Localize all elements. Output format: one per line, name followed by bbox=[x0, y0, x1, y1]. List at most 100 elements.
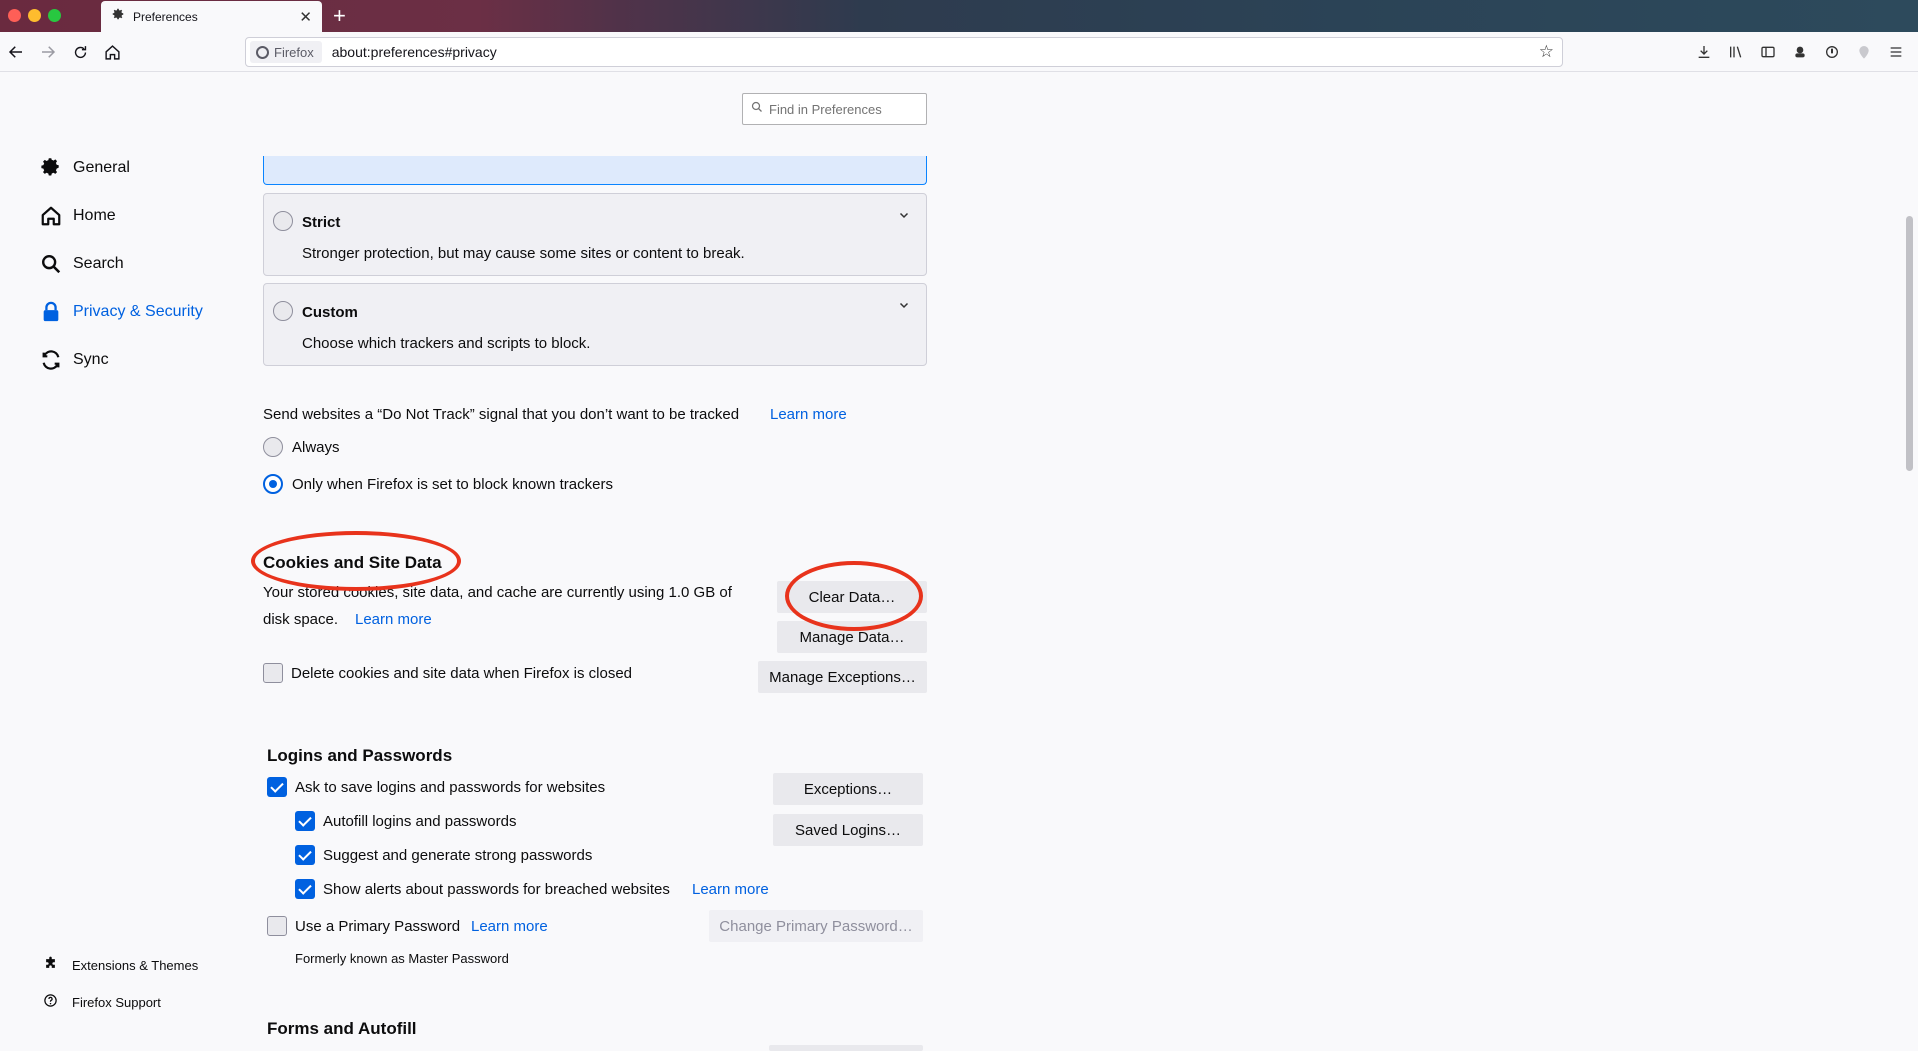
search-icon bbox=[38, 251, 64, 277]
password-manager-icon[interactable] bbox=[1822, 41, 1842, 63]
sidebar-item-label: General bbox=[73, 159, 130, 176]
sidebar-item-label: Search bbox=[73, 255, 124, 272]
sidebar-item-home[interactable]: Home bbox=[38, 200, 116, 232]
sidebar-item-label: Home bbox=[73, 207, 116, 224]
new-tab-button[interactable]: + bbox=[333, 3, 346, 29]
autofill-logins-checkbox[interactable] bbox=[295, 811, 315, 831]
search-input[interactable] bbox=[769, 101, 919, 117]
firefox-support-label: Firefox Support bbox=[72, 994, 161, 1010]
suggest-passwords-checkbox[interactable] bbox=[295, 845, 315, 865]
strict-radio[interactable] bbox=[273, 211, 293, 231]
cookies-usage-text-2: disk space. bbox=[263, 611, 339, 628]
reload-button[interactable] bbox=[68, 40, 92, 64]
sidebar-item-privacy-security[interactable]: Privacy & Security bbox=[38, 296, 203, 328]
breach-alerts-label: Show alerts about passwords for breached… bbox=[323, 881, 670, 898]
delete-cookies-label: Delete cookies and site data when Firefo… bbox=[291, 665, 633, 682]
sidebar-item-label: Sync bbox=[73, 351, 109, 368]
library-icon[interactable] bbox=[1726, 41, 1746, 63]
lock-icon bbox=[38, 299, 64, 325]
gear-icon bbox=[111, 7, 125, 26]
firefox-support-link[interactable]: Firefox Support bbox=[42, 993, 161, 1011]
firefox-icon bbox=[256, 45, 269, 59]
cookies-learn-more-link[interactable]: Learn more bbox=[355, 611, 432, 628]
standard-option-card-bottom[interactable] bbox=[263, 156, 927, 185]
sidebar-item-search[interactable]: Search bbox=[38, 248, 124, 280]
custom-radio[interactable] bbox=[273, 301, 293, 321]
search-icon bbox=[751, 100, 763, 118]
sidebar-item-sync[interactable]: Sync bbox=[38, 344, 109, 376]
primary-password-checkbox[interactable] bbox=[267, 916, 287, 936]
back-button[interactable] bbox=[4, 40, 28, 64]
extensions-themes-link[interactable]: Extensions & Themes bbox=[42, 956, 198, 974]
annotation-ellipse-cookies-heading bbox=[251, 531, 461, 591]
navigation-toolbar: Firefox about:preferences#privacy ☆ bbox=[0, 32, 1918, 72]
custom-option-card[interactable]: Custom Choose which trackers and scripts… bbox=[263, 283, 927, 366]
annotation-ellipse-clear-data bbox=[785, 561, 923, 631]
tab-preferences[interactable]: Preferences ✕ bbox=[101, 1, 322, 32]
puzzle-icon bbox=[42, 956, 58, 974]
home-button[interactable] bbox=[100, 40, 124, 64]
ask-save-logins-label: Ask to save logins and passwords for web… bbox=[295, 779, 606, 796]
bookmark-star-icon[interactable]: ☆ bbox=[1539, 42, 1554, 62]
hamburger-menu-icon[interactable] bbox=[1886, 41, 1906, 63]
home-icon bbox=[104, 44, 120, 60]
strict-option-card[interactable]: Strict Stronger protection, but may caus… bbox=[263, 193, 927, 276]
forward-arrow-icon bbox=[42, 46, 56, 58]
help-icon bbox=[42, 993, 58, 1011]
formerly-master-password-note: Formerly known as Master Password bbox=[295, 951, 509, 966]
sync-icon bbox=[38, 347, 64, 373]
home-icon bbox=[38, 203, 64, 229]
url-bar[interactable]: Firefox about:preferences#privacy ☆ bbox=[245, 37, 1563, 67]
sidebar-item-general[interactable]: General bbox=[38, 152, 130, 184]
url-text[interactable]: about:preferences#privacy bbox=[332, 44, 1539, 60]
ask-save-logins-checkbox[interactable] bbox=[267, 777, 287, 797]
logins-heading: Logins and Passwords bbox=[267, 746, 453, 765]
forward-button[interactable] bbox=[36, 40, 60, 64]
preferences-sidebar: General Home Search Privacy & Security S… bbox=[0, 72, 250, 1051]
autofill-logins-label: Autofill logins and passwords bbox=[323, 813, 517, 830]
extensions-themes-label: Extensions & Themes bbox=[72, 957, 199, 973]
delete-cookies-checkbox[interactable] bbox=[263, 663, 283, 683]
dnt-learn-more-link[interactable]: Learn more bbox=[770, 406, 847, 423]
sidebar-item-label: Privacy & Security bbox=[73, 303, 203, 320]
tab-bar: Preferences ✕ + bbox=[0, 0, 1918, 32]
forms-autofill-heading: Forms and Autofill bbox=[267, 1019, 417, 1038]
chevron-down-icon[interactable] bbox=[898, 208, 910, 224]
location-pin-icon[interactable] bbox=[1854, 41, 1874, 63]
find-in-preferences[interactable] bbox=[742, 93, 927, 125]
dnt-description: Send websites a “Do Not Track” signal th… bbox=[263, 406, 740, 423]
identity-box[interactable]: Firefox bbox=[250, 41, 322, 63]
gear-icon bbox=[38, 155, 64, 181]
custom-title: Custom bbox=[302, 304, 358, 321]
window-close-button[interactable] bbox=[8, 9, 21, 22]
window-minimize-button[interactable] bbox=[28, 9, 41, 22]
dnt-always-label: Always bbox=[292, 439, 340, 456]
extension-icon[interactable] bbox=[1790, 41, 1810, 63]
tab-title: Preferences bbox=[133, 9, 198, 24]
chevron-down-icon[interactable] bbox=[898, 298, 910, 314]
breach-alerts-checkbox[interactable] bbox=[295, 879, 315, 899]
reload-icon bbox=[74, 45, 86, 58]
strict-title: Strict bbox=[302, 214, 341, 231]
logins-exceptions-button[interactable]: Exceptions… bbox=[773, 773, 923, 805]
scrollbar-thumb[interactable] bbox=[1906, 216, 1913, 471]
breach-learn-more-link[interactable]: Learn more bbox=[692, 881, 769, 898]
toolbar-buttons bbox=[1694, 41, 1906, 63]
forms-button-partial[interactable] bbox=[769, 1045, 923, 1051]
primary-learn-more-link[interactable]: Learn more bbox=[471, 918, 548, 935]
window-zoom-button[interactable] bbox=[48, 9, 61, 22]
dnt-only-trackers-label: Only when Firefox is set to block known … bbox=[292, 476, 613, 493]
dnt-only-trackers-radio[interactable] bbox=[263, 474, 283, 494]
primary-password-label: Use a Primary Password bbox=[295, 918, 461, 935]
sidebar-toggle-icon[interactable] bbox=[1758, 41, 1778, 63]
dnt-always-radio[interactable] bbox=[263, 437, 283, 457]
close-tab-icon[interactable]: ✕ bbox=[299, 8, 312, 26]
downloads-icon[interactable] bbox=[1694, 41, 1714, 63]
custom-description: Choose which trackers and scripts to blo… bbox=[302, 335, 591, 352]
suggest-passwords-label: Suggest and generate strong passwords bbox=[323, 847, 593, 864]
saved-logins-button[interactable]: Saved Logins… bbox=[773, 814, 923, 846]
change-primary-password-button[interactable]: Change Primary Password… bbox=[709, 910, 923, 942]
manage-exceptions-button[interactable]: Manage Exceptions… bbox=[758, 661, 927, 693]
back-arrow-icon bbox=[8, 46, 22, 58]
strict-description: Stronger protection, but may cause some … bbox=[302, 245, 745, 262]
